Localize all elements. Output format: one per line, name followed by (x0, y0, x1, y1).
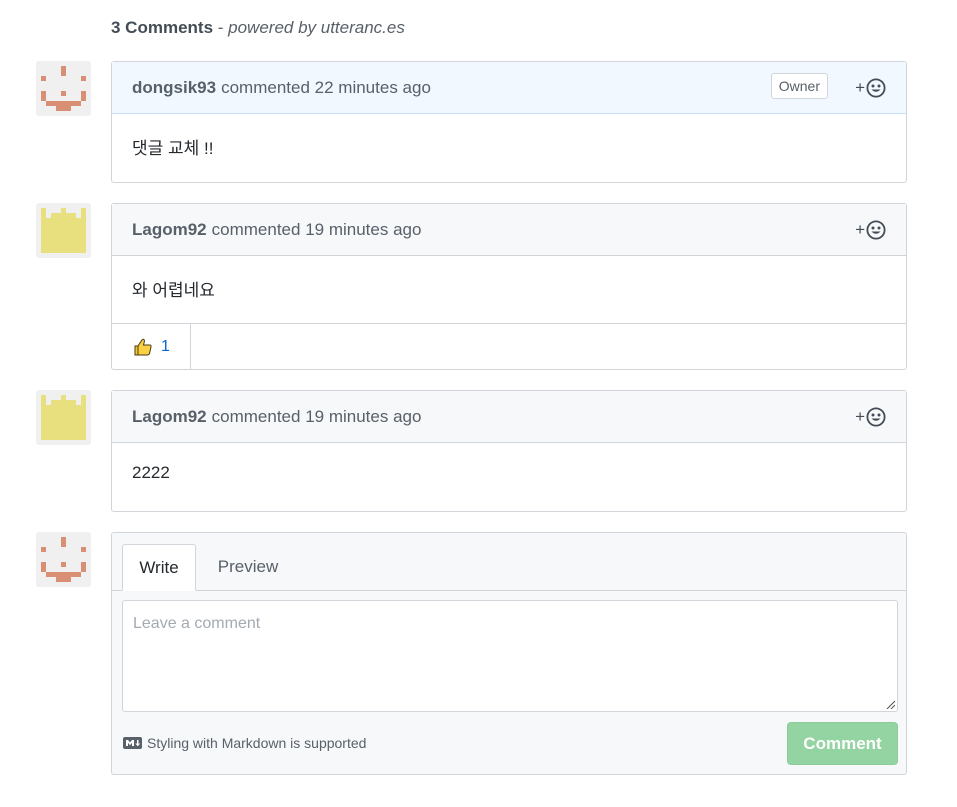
comment-action: commented (211, 406, 301, 426)
comment-author[interactable]: Lagom92 (132, 220, 207, 240)
comment-card: Lagom92 commented 19 minutes ago + 2222 (111, 390, 907, 512)
add-reaction-button[interactable]: + (855, 407, 886, 427)
identicon-icon (36, 61, 91, 116)
smiley-icon (866, 407, 886, 427)
header-separator: - (213, 18, 229, 37)
comment-card: dongsik93 commented 22 minutes ago Owner… (111, 61, 907, 183)
comment-meta: commented 19 minutes ago (212, 220, 422, 240)
comment-meta: commented 22 minutes ago (221, 78, 431, 98)
comment-submit-button[interactable]: Comment (787, 722, 898, 765)
avatar[interactable] (36, 203, 91, 258)
comment-author[interactable]: Lagom92 (132, 407, 207, 427)
thumbs-up-icon (134, 338, 152, 356)
comment-action: commented (211, 219, 301, 239)
smiley-icon (866, 220, 886, 240)
comment-textarea[interactable] (123, 601, 897, 711)
add-reaction-button[interactable]: + (855, 220, 886, 240)
comment-action: commented (221, 77, 310, 97)
owner-badge: Owner (770, 73, 828, 99)
smiley-icon (866, 78, 886, 98)
current-user-avatar[interactable] (36, 532, 91, 587)
plus-label: + (855, 78, 865, 97)
markdown-hint-link[interactable]: Styling with Markdown is supported (123, 735, 366, 751)
identicon-icon (36, 390, 91, 445)
comment-header: Lagom92 commented 19 minutes ago + (112, 391, 906, 443)
reaction-list: 1 (112, 323, 906, 370)
plus-label: + (855, 220, 865, 239)
avatar[interactable] (36, 390, 91, 445)
comment-author[interactable]: dongsik93 (132, 78, 216, 98)
identicon-icon (36, 532, 91, 587)
comment-body: 와 어렵네요 (132, 281, 215, 300)
markdown-hint-text: Styling with Markdown is supported (147, 735, 367, 751)
comments-count: 3 Comments (111, 18, 214, 37)
comment-body: 댓글 교체 !! (132, 139, 214, 158)
plus-label: + (855, 407, 865, 426)
comment-time[interactable]: 22 minutes ago (315, 78, 431, 97)
markdown-icon (123, 737, 142, 749)
comment-meta: commented 19 minutes ago (212, 407, 422, 427)
comment-card: Lagom92 commented 19 minutes ago + 와 어렵네… (111, 203, 907, 370)
tab-write[interactable]: Write (122, 544, 196, 591)
avatar[interactable] (36, 61, 91, 116)
comment-body: 2222 (132, 463, 170, 482)
resize-handle-icon[interactable] (886, 700, 895, 709)
comment-header: Lagom92 commented 19 minutes ago + (112, 204, 906, 256)
comments-header: 3 Comments - powered by utteranc.es (111, 18, 405, 38)
tab-preview[interactable]: Preview (206, 544, 290, 590)
add-reaction-button[interactable]: + (855, 78, 886, 98)
powered-by-link[interactable]: powered by utteranc.es (228, 18, 405, 37)
comment-time[interactable]: 19 minutes ago (305, 220, 421, 239)
comment-textarea-wrapper (122, 600, 898, 712)
comment-time[interactable]: 19 minutes ago (305, 407, 421, 426)
reaction-count: 1 (161, 338, 170, 355)
identicon-icon (36, 203, 91, 258)
comment-header: dongsik93 commented 22 minutes ago Owner… (112, 62, 906, 114)
editor-tabs: Write Preview (112, 533, 906, 591)
reaction-thumbs-up-button[interactable]: 1 (112, 324, 191, 370)
new-comment-form: Write Preview Styling with Markdown is s… (111, 532, 907, 775)
